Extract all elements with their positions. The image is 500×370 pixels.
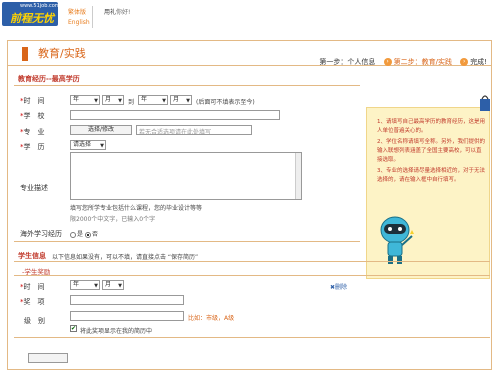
major-input-placeholder: 若无合适选项请在此处填写 bbox=[139, 129, 212, 136]
greeting-text: 你好! bbox=[116, 9, 131, 16]
english-version-link[interactable]: English bbox=[68, 19, 90, 26]
tip-item: 2、学位名称请填写全称。另外，我们提供的输入联想列表涵盖了全国主要高校，可以直接… bbox=[377, 139, 486, 163]
major-select-button[interactable]: 选择/修改 bbox=[70, 125, 132, 135]
edu-end-year-select[interactable]: 年 ▼ bbox=[138, 95, 168, 105]
student-section-hint: 以下信息如果没有，可以不填，请直接点击 “保存简历” bbox=[52, 254, 199, 261]
step-3-label: 完成! bbox=[470, 58, 487, 66]
description-hint: 填写您所学专业包括什么课程，您的毕业设计等等 bbox=[70, 205, 203, 212]
overseas-no-label: 否 bbox=[91, 231, 98, 238]
tip-item: 3、专业的选择请尽量选择相近的，对于无法选择的，请在输入框中自行填写。 bbox=[377, 168, 486, 183]
degree-select[interactable]: 请选择 ▼ bbox=[70, 140, 106, 150]
user-name: 用礼 bbox=[104, 9, 117, 16]
tips-panel: 1、请填写自己最高学历的教育经历，这是用人单位普遍关心的。 2、学位名称请填写全… bbox=[366, 107, 490, 279]
delete-award-link[interactable]: ✖删除 bbox=[330, 282, 347, 291]
binder-clip-icon bbox=[480, 95, 490, 111]
edu-end-month-select[interactable]: 月 ▼ bbox=[170, 95, 192, 105]
overseas-no-radio[interactable] bbox=[84, 231, 91, 238]
logo-url: www.51job.com bbox=[20, 3, 60, 9]
add-more-button[interactable] bbox=[28, 353, 68, 363]
major-label: *专 业 bbox=[20, 128, 45, 136]
overseas-yes-radio[interactable] bbox=[70, 231, 76, 238]
section-divider bbox=[14, 337, 490, 338]
section-divider bbox=[14, 261, 490, 262]
tip-item: 1、请填写自己最高学历的教育经历，这是用人单位普遍关心的。 bbox=[377, 119, 486, 134]
edu-start-year-select[interactable]: 年 ▼ bbox=[70, 95, 100, 105]
show-award-label: 将此奖项显示在我的简历中 bbox=[80, 328, 153, 335]
edu-time-label: *时 间 bbox=[20, 97, 45, 105]
section-divider bbox=[14, 241, 360, 242]
show-award-checkbox[interactable]: ✔ bbox=[70, 325, 77, 332]
school-label: *学 校 bbox=[20, 112, 45, 120]
top-bar: www.51job.com 前程无忧 繁体版 English 用礼你好! bbox=[0, 0, 500, 38]
description-counter: 限2000个中文字，已输入0个字 bbox=[70, 216, 156, 223]
site-logo[interactable]: www.51job.com 前程无忧 bbox=[2, 2, 60, 26]
school-input[interactable] bbox=[70, 110, 280, 120]
step-1: 第一步：个人信息 bbox=[319, 58, 376, 66]
step-indicator: 第一步：个人信息 › 第二步：教育/实践 › 完成! bbox=[313, 57, 487, 67]
education-section-title: 教育经历--最高学历 bbox=[18, 75, 80, 83]
textarea-scrollbar[interactable] bbox=[295, 153, 301, 199]
overseas-yes-label: 是 bbox=[77, 231, 84, 238]
award-time-label: *时 间 bbox=[20, 283, 45, 291]
step-2: › 第二步：教育/实践 bbox=[383, 57, 452, 67]
arrow-right-icon: › bbox=[460, 58, 469, 66]
major-custom-input[interactable]: 若无合适选项请在此处填写 bbox=[136, 125, 252, 136]
subsection-divider bbox=[14, 275, 490, 276]
award-year-select[interactable]: 年 ▼ bbox=[70, 280, 100, 290]
section-divider bbox=[14, 85, 360, 86]
step-3: › 完成! bbox=[460, 57, 487, 67]
resume-form-panel: 教育/实践 第一步：个人信息 › 第二步：教育/实践 › 完成! 教育经历--最高学… bbox=[7, 40, 492, 370]
arrow-right-icon: › bbox=[383, 58, 392, 66]
page-title: 教育/实践 bbox=[38, 47, 86, 60]
overseas-label: 海外学习经历 bbox=[20, 230, 62, 238]
award-label: *奖 项 bbox=[20, 298, 45, 306]
time-hint: (后面可不填表示至今) bbox=[196, 99, 255, 106]
award-month-select[interactable]: 月 ▼ bbox=[102, 280, 124, 290]
to-text: 到 bbox=[128, 99, 135, 106]
step-2-label: 第二步：教育/实践 bbox=[393, 58, 452, 66]
level-input[interactable] bbox=[70, 311, 184, 321]
overseas-options: 是 否 bbox=[70, 229, 98, 238]
edu-start-month-select[interactable]: 月 ▼ bbox=[102, 95, 124, 105]
student-section-title: 学生信息 bbox=[18, 252, 46, 260]
major-description-textarea[interactable] bbox=[70, 152, 302, 200]
traditional-version-link[interactable]: 繁体版 bbox=[68, 7, 86, 16]
degree-label: *学 历 bbox=[20, 143, 45, 151]
greeting: 用礼你好! bbox=[104, 7, 130, 16]
title-marker bbox=[22, 47, 28, 61]
description-label: 专业描述 bbox=[20, 184, 48, 192]
logo-text: 前程无忧 bbox=[10, 12, 54, 25]
level-label: 级 别 bbox=[24, 317, 45, 325]
award-input[interactable] bbox=[70, 295, 184, 305]
tips-list: 1、请填写自己最高学历的教育经历，这是用人单位普遍关心的。 2、学位名称请填写全… bbox=[377, 118, 485, 187]
robot-mascot-icon bbox=[380, 216, 414, 264]
level-hint: 比如：市级，A级 bbox=[188, 315, 235, 322]
header-divider bbox=[92, 6, 93, 28]
